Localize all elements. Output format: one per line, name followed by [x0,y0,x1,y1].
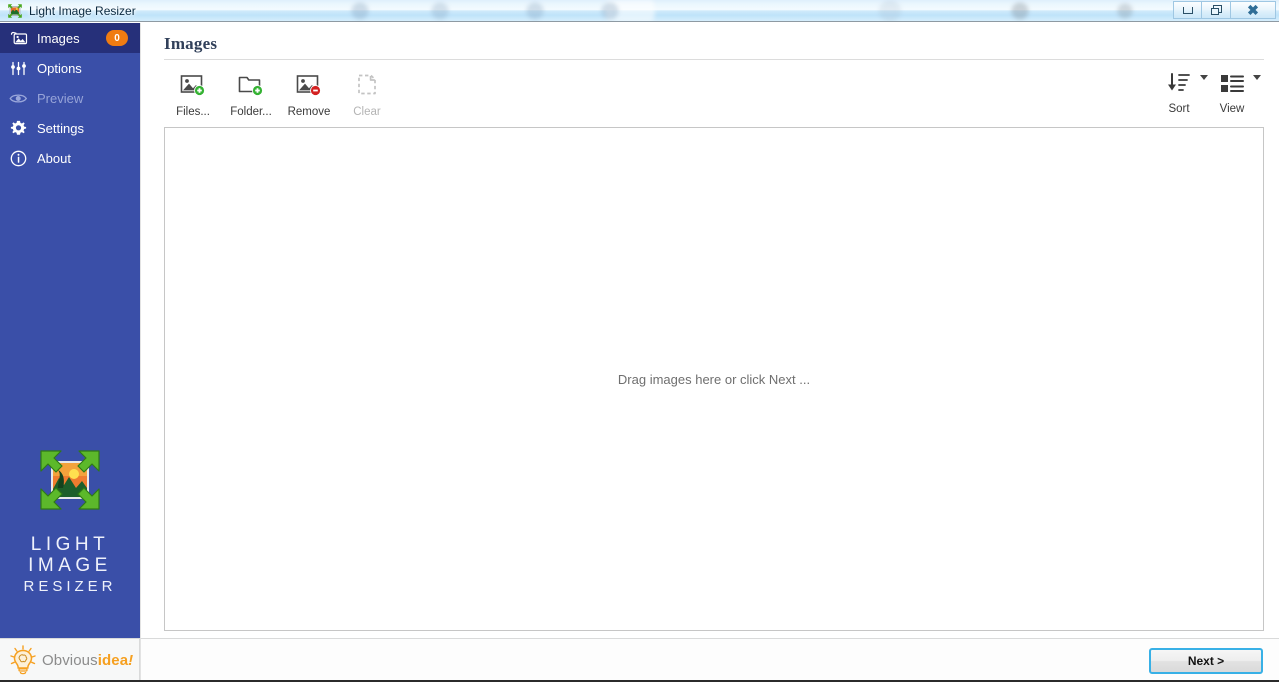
sidebar-item-settings[interactable]: Settings [0,113,140,143]
toolbar-label: Folder... [230,106,272,118]
list-view-icon [1219,71,1245,97]
add-folder-button[interactable]: Folder... [222,62,280,124]
drop-zone-text: Drag images here or click Next ... [617,371,811,387]
sort-descending-icon [1166,71,1192,97]
restore-icon [1210,4,1222,16]
images-count-badge: 0 [106,30,128,46]
sort-dropdown-caret-icon[interactable] [1200,75,1208,80]
minimize-icon [1182,6,1193,14]
window-title-text: Light Image Resizer [29,3,136,18]
view-label: View [1219,103,1245,115]
toolbar-label: Remove [287,106,331,118]
info-icon [9,149,28,168]
restore-button[interactable] [1202,1,1231,19]
obviousidea-logo[interactable]: Obviousidea! [0,638,140,682]
images-icon [9,29,28,48]
close-icon: ✖ [1247,2,1259,18]
sliders-icon [9,59,28,78]
title-divider [164,59,1264,60]
add-folder-icon [236,70,266,100]
brand-wordmark: LIGHT IMAGE RESIZER [23,534,116,597]
sidebar-item-options[interactable]: Options [0,53,140,83]
gear-icon [9,119,28,138]
bottom-bar: Next > [140,638,1279,682]
sort-button[interactable]: Sort [1161,62,1197,115]
clear-button[interactable]: Clear [338,62,396,124]
sidebar-item-label: Preview [37,90,84,106]
app-logo-icon [8,3,22,18]
sidebar-item-images[interactable]: Images 0 [0,23,140,53]
window-title-bar[interactable]: Light Image Resizer ✖ [0,0,1279,22]
app-brand-logo-icon [40,450,100,510]
eye-icon [9,89,28,108]
toolbar-label: Clear [353,106,381,118]
obviousidea-wordmark: Obviousidea! [42,652,133,669]
sidebar-item-label: Settings [37,120,84,136]
lightbulb-icon [10,644,36,674]
close-button[interactable]: ✖ [1231,1,1276,19]
toolbar-left-group: Files... Folder... Remove Clear [164,62,396,124]
logo-text-part2: idea [97,652,129,669]
remove-image-button[interactable]: Remove [280,62,338,124]
sidebar: Images 0 Options Preview Settings About … [0,23,140,638]
clear-page-icon [352,70,382,100]
brand-block: LIGHT IMAGE RESIZER [0,448,140,597]
logo-text-part3: ! [128,652,134,669]
main-content: Images Files... Folder... Remove Clear S… [140,23,1279,638]
minimize-button[interactable] [1173,1,1202,19]
sidebar-item-label: Images [37,30,80,46]
add-image-icon [178,70,208,100]
window-controls: ✖ [1173,1,1276,19]
application-window: Light Image Resizer ✖ Images 0 Options P… [0,0,1279,682]
page-title: Images [164,34,218,53]
brand-line-3: RESIZER [23,578,117,595]
sidebar-item-about[interactable]: About [0,143,140,173]
remove-image-icon [294,70,324,100]
sidebar-item-preview[interactable]: Preview [0,83,140,113]
toolbar-label: Files... [176,106,210,118]
sort-label: Sort [1168,103,1190,115]
next-button[interactable]: Next > [1149,648,1263,674]
view-button[interactable]: View [1214,62,1250,115]
sidebar-item-label: About [37,150,71,166]
brand-line-1: LIGHT [30,534,110,555]
view-dropdown-caret-icon[interactable] [1253,75,1261,80]
sidebar-item-label: Options [37,60,82,76]
add-files-button[interactable]: Files... [164,62,222,124]
toolbar-right-group: Sort View [1161,62,1267,115]
logo-text-part1: Obvious [42,652,98,669]
image-drop-zone[interactable]: Drag images here or click Next ... [164,127,1264,631]
brand-line-2: IMAGE [28,555,112,576]
